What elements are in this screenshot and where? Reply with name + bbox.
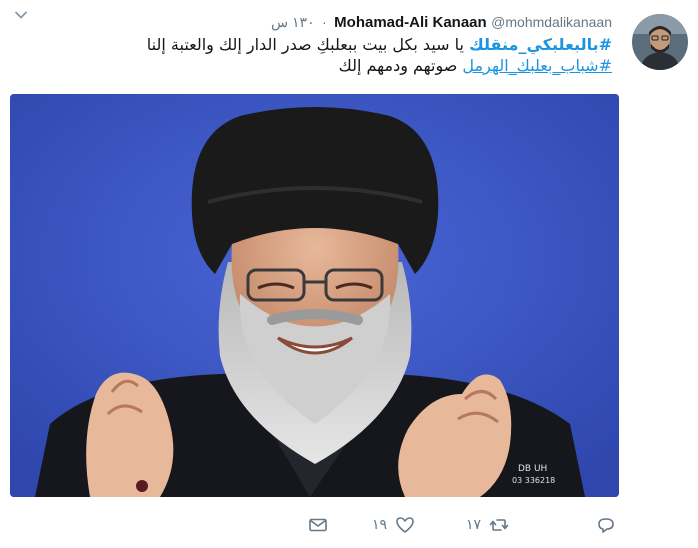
watermark-text-1: DB UH (518, 464, 547, 474)
watermark-text-2: 03 336218 (512, 476, 555, 485)
envelope-icon (309, 518, 327, 532)
like-button[interactable]: ١٩ (372, 514, 415, 536)
tweet-actions: ١٧ ١٩ (0, 510, 698, 540)
tweet-media-photo[interactable]: DB UH 03 336218 (10, 94, 619, 497)
retweet-icon (489, 519, 509, 531)
heart-icon (396, 517, 414, 533)
separator-dot: · (322, 14, 327, 30)
tweet-text-body: يا سيد بكل بيت ببعلبكِ صدر الدار إلك وال… (146, 35, 470, 54)
author-name[interactable]: Mohamad-Ali Kanaan (334, 14, 487, 31)
tweet-text-line-1: #بالبعلبكي_منقلك يا سيد بكل بيت ببعلبكِ … (12, 34, 612, 55)
hashtag-link[interactable]: #بالبعلبكي_منقلك (469, 35, 612, 54)
profile-photo (632, 14, 688, 70)
more-options-button[interactable] (14, 8, 28, 22)
retweet-button[interactable]: ١٧ (466, 514, 509, 536)
reply-button[interactable] (596, 514, 616, 536)
tweet-text: #بالبعلبكي_منقلك يا سيد بكل بيت ببعلبكِ … (12, 34, 612, 76)
tweet-text-body: صوتهم ودمهم إلك (338, 56, 463, 75)
tweet-header: Mohamad-Ali Kanaan @mohmdalikanaan · ١٣٠… (271, 13, 612, 32)
tweet-text-line-2: #شباب_بعلبك_الهرمل صوتهم ودمهم إلك (12, 55, 612, 76)
retweet-count: ١٧ (466, 517, 482, 533)
hashtag-link[interactable]: #شباب_بعلبك_الهرمل (462, 56, 612, 75)
chevron-down-icon (15, 11, 27, 19)
like-count: ١٩ (372, 517, 388, 533)
timestamp[interactable]: ١٣٠ س (271, 14, 315, 30)
avatar[interactable] (632, 14, 688, 70)
reply-icon (598, 518, 614, 533)
author-handle[interactable]: @mohmdalikanaan (491, 14, 612, 30)
photo-image: DB UH 03 336218 (10, 94, 619, 497)
tweet[interactable]: Mohamad-Ali Kanaan @mohmdalikanaan · ١٣٠… (0, 0, 698, 548)
direct-message-button[interactable] (308, 514, 328, 536)
